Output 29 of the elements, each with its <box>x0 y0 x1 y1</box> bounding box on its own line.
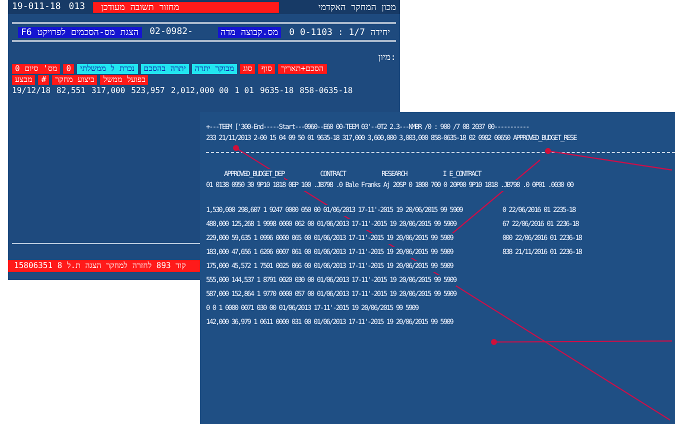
column-header: 0 <box>63 64 74 74</box>
table-cell: 1 01 <box>234 86 254 95</box>
unit-text: 0 יחידה 1/7 : 0-1103 <box>289 26 390 38</box>
screen-title: מכון המחקר האקדמי <box>318 2 396 12</box>
column-header: בפועל ממשל <box>100 75 148 85</box>
table-cell: 317,000 <box>91 86 126 95</box>
column-header: סוג <box>240 64 256 74</box>
table-cell: 2,012,000 00 <box>170 86 229 95</box>
column-header: מבצע <box>12 75 36 85</box>
column-header: הסכם+תאריך <box>278 64 327 74</box>
column-header: מבוקר יתרה <box>192 64 238 74</box>
table-cell: 523,957 <box>131 86 165 95</box>
column-header: נכרת ל ממשלתי <box>77 64 138 74</box>
column-header: יתרה בהסכם <box>140 64 189 74</box>
table-cell: 858-0635-18 <box>300 86 353 95</box>
column-header: מס' סיום 0 <box>12 64 60 74</box>
column-header: ביצוע מחקר <box>52 75 98 85</box>
table-cell: 9635-18 <box>260 86 294 95</box>
column-header: סוף <box>258 64 276 74</box>
table-cell: 19/12/18 <box>12 86 51 95</box>
group-text: מס.קבוצה מדה <box>218 26 282 38</box>
column-header: # <box>38 75 50 85</box>
date-text: 19-011-18 <box>12 2 61 12</box>
alert-text: מחזור תשובה מעודכן <box>93 2 280 12</box>
function-key-text: F6 הצגת מס-הסכמים לפרויקט <box>18 26 142 38</box>
code-text: 013 <box>68 2 86 12</box>
project-number: 02-0982- <box>150 27 193 37</box>
table-cell: 82,551 <box>56 86 86 95</box>
sort-label: מיון: <box>378 52 396 63</box>
